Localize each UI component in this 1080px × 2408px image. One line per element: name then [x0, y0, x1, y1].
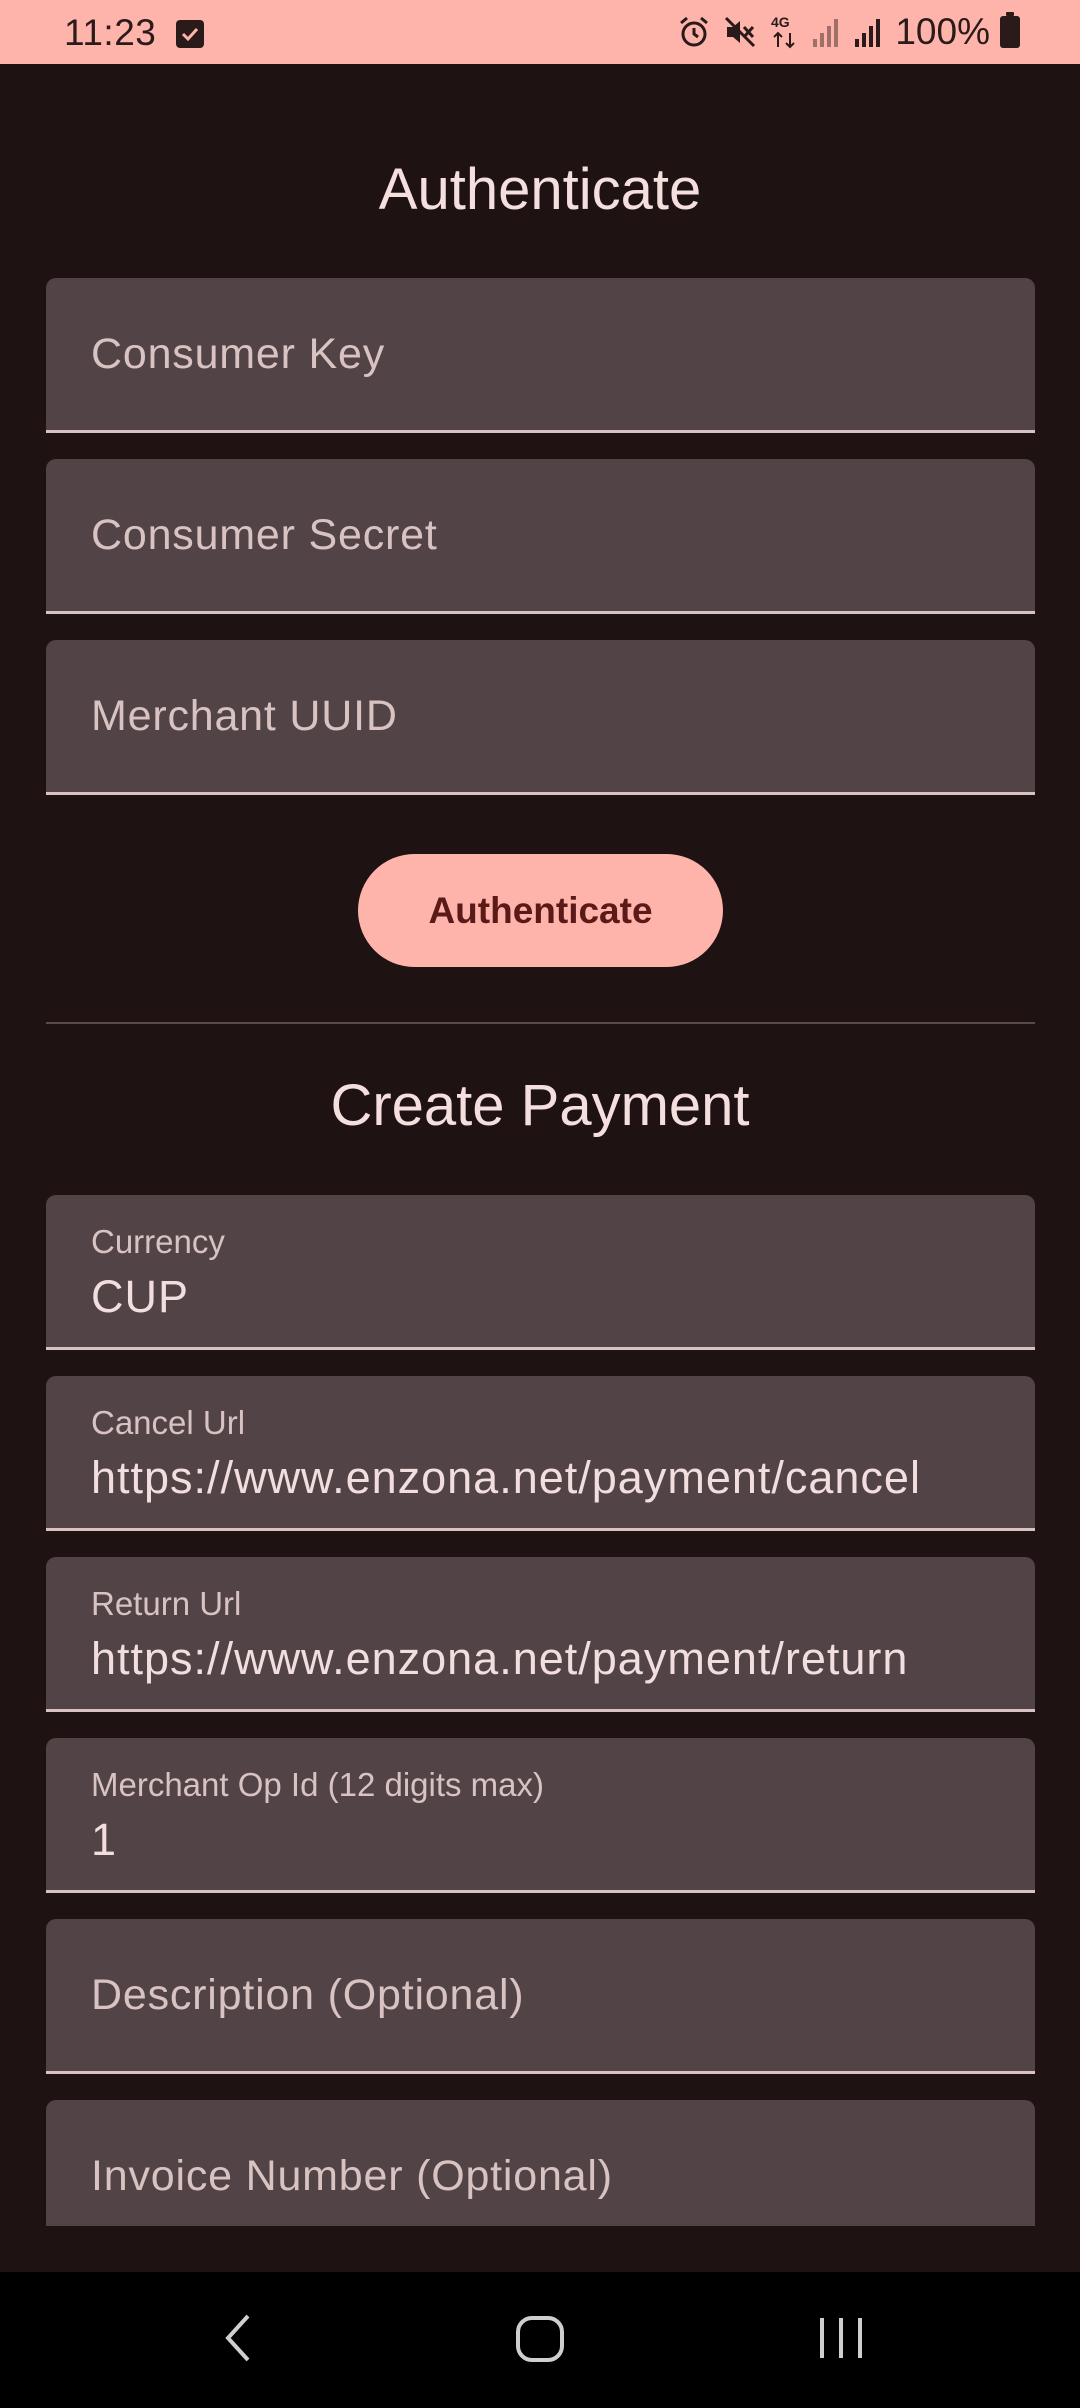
- description-placeholder: Description (Optional): [91, 1971, 525, 2019]
- consumer-key-placeholder: Consumer Key: [91, 330, 385, 378]
- navigation-bar: [0, 2272, 1080, 2408]
- consumer-secret-placeholder: Consumer Secret: [91, 511, 438, 559]
- merchant-op-id-value: 1: [91, 1814, 118, 1865]
- authenticate-title: Authenticate: [378, 157, 702, 222]
- merchant-op-id-field[interactable]: Merchant Op Id (12 digits max) 1: [46, 1738, 1035, 1893]
- signal-icon: [855, 19, 881, 47]
- recent-apps-icon[interactable]: [816, 2308, 866, 2368]
- invoice-number-placeholder: Invoice Number (Optional): [91, 2152, 613, 2200]
- alarm-icon: [680, 16, 709, 47]
- currency-field[interactable]: Currency CUP: [46, 1195, 1035, 1350]
- cancel-url-value: https://www.enzona.net/payment/cancel: [91, 1452, 921, 1503]
- consumer-key-field[interactable]: Consumer Key: [46, 278, 1035, 433]
- mute-icon: [725, 16, 756, 48]
- authenticate-button[interactable]: Authenticate: [358, 854, 723, 967]
- cancel-url-label: Cancel Url: [91, 1404, 246, 1441]
- return-url-field[interactable]: Return Url https://www.enzona.net/paymen…: [46, 1557, 1035, 1712]
- merchant-op-id-label: Merchant Op Id (12 digits max): [91, 1766, 545, 1803]
- main-content: Authenticate Consumer Key Consumer Secre…: [0, 64, 1080, 2226]
- svg-text:4G: 4G: [771, 14, 790, 30]
- home-icon[interactable]: [511, 2308, 569, 2368]
- section-divider: [46, 1022, 1035, 1024]
- 4g-icon: 4G: [771, 14, 796, 49]
- status-time: 11:23: [64, 12, 157, 53]
- return-url-label: Return Url: [91, 1585, 242, 1622]
- cancel-url-field[interactable]: Cancel Url https://www.enzona.net/paymen…: [46, 1376, 1035, 1531]
- battery-icon: [1000, 12, 1020, 48]
- consumer-secret-field[interactable]: Consumer Secret: [46, 459, 1035, 614]
- checkbox-icon: [176, 20, 204, 48]
- currency-label: Currency: [91, 1223, 225, 1260]
- back-icon[interactable]: [216, 2308, 260, 2368]
- create-payment-title: Create Payment: [330, 1073, 750, 1138]
- status-icons: 4G 100%: [677, 10, 1020, 54]
- signal-icon: [813, 19, 839, 47]
- description-field[interactable]: Description (Optional): [46, 1919, 1035, 2074]
- merchant-uuid-field[interactable]: Merchant UUID: [46, 640, 1035, 795]
- currency-value: CUP: [91, 1271, 190, 1322]
- invoice-number-field[interactable]: Invoice Number (Optional): [46, 2100, 1035, 2226]
- merchant-uuid-placeholder: Merchant UUID: [91, 692, 398, 740]
- status-bar: 11:23 4G 100%: [0, 0, 1080, 64]
- return-url-value: https://www.enzona.net/payment/return: [91, 1633, 909, 1684]
- battery-percentage: 100%: [895, 11, 990, 52]
